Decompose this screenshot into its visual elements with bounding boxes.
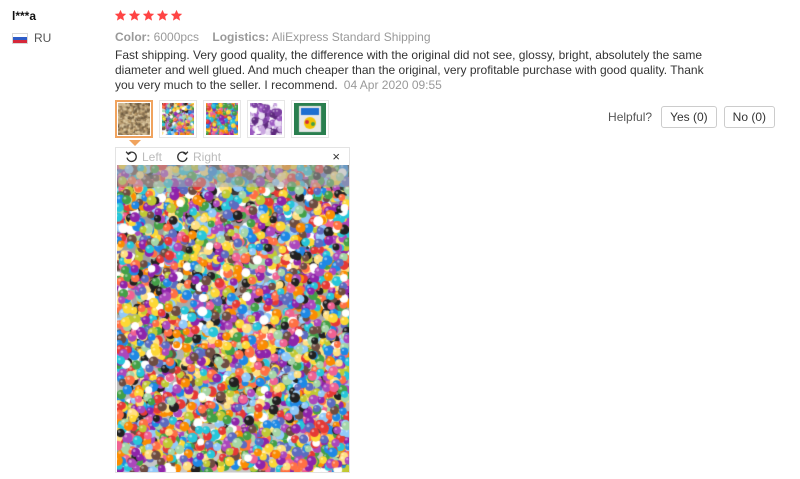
active-thumbnail-indicator <box>129 140 141 146</box>
photo-thumbnail-5[interactable] <box>291 100 329 138</box>
reviewer-info: l***a <box>12 9 36 23</box>
star-icon <box>156 9 169 21</box>
rotate-right-label: Right <box>193 149 222 164</box>
helpful-no-button[interactable]: No (0) <box>723 106 775 128</box>
helpful-yes-button[interactable]: Yes (0) <box>661 106 717 128</box>
star-icon <box>114 9 127 21</box>
thumbnail-image <box>294 103 326 135</box>
thumbnail-image <box>162 103 194 135</box>
country-code: RU <box>34 31 52 45</box>
helpful-voting: Helpful? Yes (0) No (0) <box>608 106 775 128</box>
star-icon <box>170 9 183 21</box>
photo-thumbnail-4[interactable] <box>247 100 285 138</box>
color-label: Color: <box>115 30 151 44</box>
photo-thumbnail-3[interactable] <box>203 100 241 138</box>
photo-thumbnail-1[interactable] <box>115 100 153 138</box>
rotate-left-label: Left <box>142 149 163 164</box>
helpful-label: Helpful? <box>608 110 653 124</box>
star-icon <box>128 9 141 21</box>
review-photo-large <box>117 165 349 472</box>
reviewer-name: l***a <box>12 9 37 23</box>
review-text: Fast shipping. Very good quality, the di… <box>115 48 705 93</box>
russia-flag-icon <box>12 32 28 44</box>
order-info: Color: 6000pcs Logistics: AliExpress Sta… <box>115 30 441 44</box>
review-photo-thumbnails <box>115 100 329 138</box>
logistics-label: Logistics: <box>212 30 270 44</box>
review-date: 04 Apr 2020 09:55 <box>343 78 442 92</box>
photo-viewer-toolbar: Left Right × <box>116 148 349 165</box>
color-value: 6000pcs <box>153 30 200 44</box>
thumbnail-image <box>250 103 282 135</box>
thumbnail-image <box>206 103 238 135</box>
logistics-value: AliExpress Standard Shipping <box>271 30 431 44</box>
photo-viewer: Left Right × <box>115 147 350 473</box>
rotate-right-icon <box>177 151 189 163</box>
star-rating <box>114 9 183 22</box>
thumbnail-image <box>118 103 150 135</box>
rotate-right-button[interactable]: Right <box>176 150 221 164</box>
rotate-left-icon <box>125 151 137 163</box>
star-icon <box>142 9 155 21</box>
close-viewer-icon[interactable]: × <box>332 149 340 164</box>
rotate-left-button[interactable]: Left <box>125 150 162 164</box>
reviewer-country: RU <box>12 31 51 45</box>
photo-thumbnail-2[interactable] <box>159 100 197 138</box>
